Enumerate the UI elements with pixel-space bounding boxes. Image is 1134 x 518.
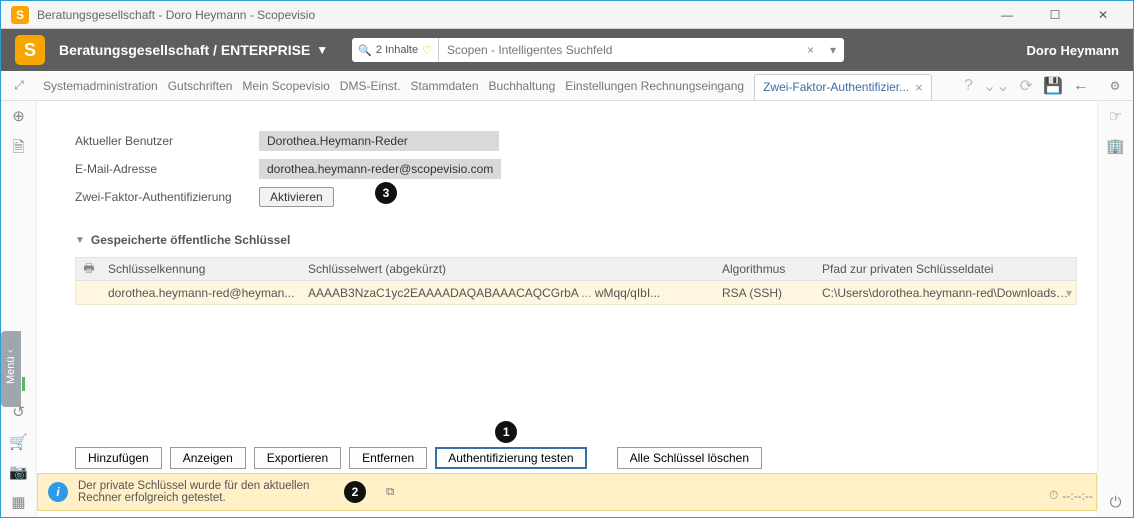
camera-icon[interactable]: 📷: [9, 463, 28, 481]
window-title: Beratungsgesellschaft - Doro Heymann - S…: [37, 8, 979, 22]
print-column-icon[interactable]: 🖶: [76, 259, 102, 280]
app-icon: S: [11, 6, 29, 24]
current-user-value: Dorothea.Heymann-Reder: [259, 131, 499, 151]
annotation-badge-3: 3: [375, 182, 397, 204]
test-auth-button[interactable]: Authentifizierung testen: [435, 447, 586, 469]
menu-handle[interactable]: Menü ›: [1, 331, 21, 407]
table-row[interactable]: dorothea.heymann-red@heyman... AAAAB3Nza…: [75, 281, 1077, 305]
info-icon: i: [48, 482, 68, 502]
tab-close-icon[interactable]: ×: [915, 80, 923, 95]
close-button[interactable]: ✕: [1083, 4, 1123, 26]
gear-icon[interactable]: ⚙: [1110, 79, 1121, 93]
filter-icon: ♡: [422, 44, 432, 57]
remove-button[interactable]: Entfernen: [349, 447, 427, 469]
status-bar: i Der private Schlüssel wurde für den ak…: [37, 473, 1097, 511]
section-title: Gespeicherte öffentliche Schlüssel: [91, 233, 290, 247]
delete-all-button[interactable]: Alle Schlüssel löschen: [617, 447, 762, 469]
col-key-value[interactable]: Schlüsselwert (abgekürzt): [302, 262, 716, 276]
page-icon[interactable]: 🗎: [12, 137, 24, 162]
minimize-button[interactable]: —: [987, 4, 1027, 26]
email-label: E-Mail-Adresse: [75, 162, 245, 176]
chevron-right-icon: ›: [6, 350, 17, 353]
chevron-down-icon: ▼: [316, 43, 328, 57]
stopwatch-icon[interactable]: ⏱: [1049, 488, 1058, 503]
collapse-triangle-icon: ▼: [75, 235, 85, 246]
breadcrumb-item[interactable]: DMS-Einst.: [340, 79, 401, 93]
double-chevron-down-icon[interactable]: ⌄⌄: [983, 76, 1010, 96]
search-wrap: 🔍 2 Inhalte ♡ × ▾: [352, 38, 844, 62]
breadcrumb-item[interactable]: Mein Scopevisio: [242, 79, 329, 93]
hand-icon[interactable]: ☞: [1109, 107, 1122, 125]
save-icon[interactable]: 💾: [1043, 76, 1063, 96]
maximize-button[interactable]: ☐: [1035, 4, 1075, 26]
email-value: dorothea.heymann-reder@scopevisio.com: [259, 159, 501, 179]
topbar: S Beratungsgesellschaft / ENTERPRISE ▼ 🔍…: [1, 29, 1133, 71]
status-message: Der private Schlüssel wurde für den aktu…: [78, 480, 338, 504]
right-rail: ☞ 🏢 ⏻: [1097, 101, 1133, 517]
search-icon: 🔍: [358, 44, 372, 57]
right-col-spacer: ⚙: [1097, 71, 1133, 100]
left-col-spacer: ⤢: [1, 71, 37, 100]
breadcrumb-item[interactable]: Einstellungen Rechnungseingang: [565, 79, 744, 93]
current-user-label: Aktueller Benutzer: [75, 134, 245, 148]
org-selector[interactable]: Beratungsgesellschaft / ENTERPRISE ▼: [59, 42, 328, 58]
cell-algorithm: RSA (SSH): [716, 286, 816, 300]
annotation-badge-2: 2: [344, 481, 366, 503]
help-icon[interactable]: ?: [964, 77, 973, 95]
cell-key-id: dorothea.heymann-red@heyman...: [102, 286, 302, 300]
left-rail: ⊕ 🗎 ↺ 🛒 📷 ▦: [1, 101, 37, 517]
twofa-label: Zwei-Faktor-Authentifizierung: [75, 190, 245, 204]
section-header[interactable]: ▼ Gespeicherte öffentliche Schlüssel: [75, 233, 1077, 247]
show-button[interactable]: Anzeigen: [170, 447, 246, 469]
breadcrumb-item[interactable]: Buchhaltung: [489, 79, 556, 93]
app-logo: S: [15, 35, 45, 65]
breadcrumb-item[interactable]: Gutschriften: [168, 79, 233, 93]
tabs-row: ⤢ Systemadministration Gutschriften Mein…: [1, 71, 1133, 101]
active-tab-label: Zwei-Faktor-Authentifizier...: [763, 80, 909, 94]
col-key-id[interactable]: Schlüsselkennung: [102, 262, 302, 276]
menu-handle-label: Menü: [5, 357, 17, 385]
main-content: Aktueller Benutzer Dorothea.Heymann-Rede…: [37, 101, 1097, 517]
button-row: Hinzufügen Anzeigen Exportieren Entferne…: [75, 447, 762, 469]
cell-key-path: C:\Users\dorothea.heymann-red\Downloads\…: [816, 286, 1076, 300]
add-button[interactable]: Hinzufügen: [75, 447, 162, 469]
active-tab[interactable]: Zwei-Faktor-Authentifizier... ×: [754, 74, 932, 100]
cart-icon[interactable]: 🛒: [9, 433, 28, 451]
org-label: Beratungsgesellschaft / ENTERPRISE: [59, 42, 310, 58]
grid-icon[interactable]: ▦: [11, 493, 25, 511]
activate-button[interactable]: Aktivieren: [259, 187, 334, 207]
expand-icon[interactable]: ⤢: [14, 78, 24, 93]
copy-icon[interactable]: ⧉: [386, 486, 394, 499]
cell-key-value: AAAAB3NzaC1yc2EAAAADAQABAAACAQCGrbA ... …: [302, 286, 716, 300]
breadcrumb-item[interactable]: Systemadministration: [43, 79, 158, 93]
search-clear-icon[interactable]: ×: [799, 43, 822, 57]
col-algorithm[interactable]: Algorithmus: [716, 262, 816, 276]
breadcrumb-item[interactable]: Stammdaten: [410, 79, 478, 93]
annotation-badge-1: 1: [495, 421, 517, 443]
add-icon[interactable]: ⊕: [12, 107, 25, 125]
search-count-label: 2 Inhalte: [376, 44, 418, 56]
search-count-dropdown[interactable]: 🔍 2 Inhalte ♡: [352, 38, 439, 62]
keys-table: 🖶 Schlüsselkennung Schlüsselwert (abgekü…: [75, 257, 1077, 305]
back-arrow-icon[interactable]: ←: [1073, 77, 1089, 95]
timer-value: --:--:--: [1062, 489, 1093, 503]
row-menu-icon[interactable]: ▾: [1066, 286, 1072, 300]
titlebar: S Beratungsgesellschaft - Doro Heymann -…: [1, 1, 1133, 29]
timer: ⏱ --:--:--: [1049, 488, 1093, 503]
export-button[interactable]: Exportieren: [254, 447, 341, 469]
current-username: Doro Heymann: [1027, 43, 1119, 58]
search-expand-icon[interactable]: ▾: [822, 43, 844, 57]
search-input[interactable]: [439, 38, 799, 62]
col-key-path[interactable]: Pfad zur privaten Schlüsseldatei: [816, 262, 1076, 276]
power-icon[interactable]: ⏻: [1110, 494, 1122, 511]
refresh-icon[interactable]: ⟳: [1020, 76, 1033, 96]
building-icon[interactable]: 🏢: [1106, 137, 1125, 155]
table-header: 🖶 Schlüsselkennung Schlüsselwert (abgekü…: [75, 257, 1077, 281]
